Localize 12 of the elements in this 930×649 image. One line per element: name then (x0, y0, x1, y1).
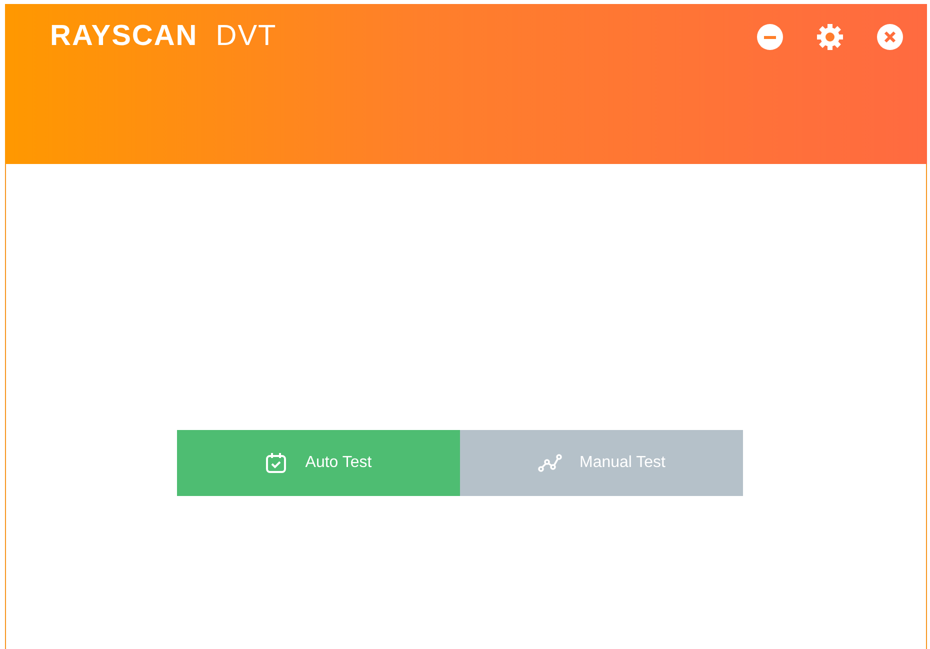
mode-tab[interactable]: Manual Test (460, 430, 743, 496)
brand-name: RAYSCAN (50, 20, 198, 53)
minimize-button[interactable] (755, 22, 785, 52)
product-name: DVT (216, 20, 277, 53)
close-icon (877, 24, 903, 50)
settings-button[interactable] (815, 22, 845, 52)
settings-icon (816, 23, 844, 51)
calendar-check-icon (265, 452, 288, 474)
close-button[interactable] (875, 22, 905, 52)
minimize-icon (757, 24, 783, 50)
line-graph-icon (538, 453, 562, 473)
mode-tab[interactable]: Auto Test (177, 430, 460, 496)
